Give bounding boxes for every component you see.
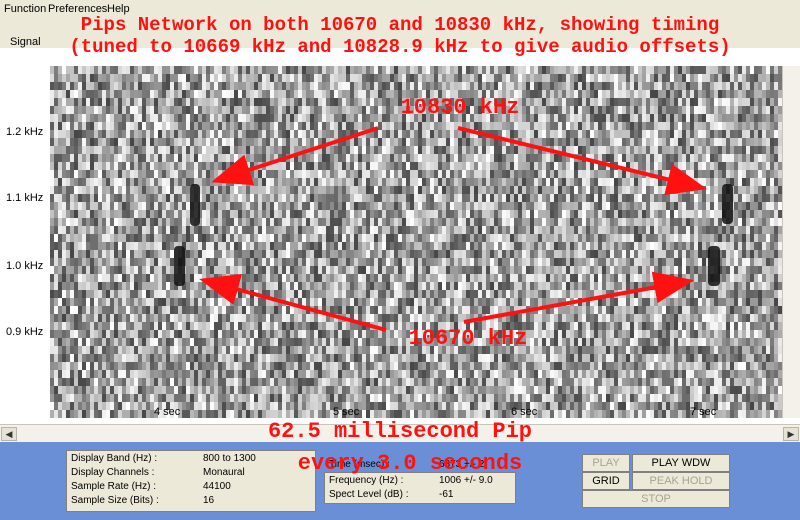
display-channels-key: Display Channels : [71, 467, 155, 478]
y-label-0-9: 0.9 kHz [6, 326, 44, 338]
pip-mark [722, 184, 733, 224]
scroll-right-button[interactable]: ▶ [783, 427, 799, 441]
control-buttons: PLAY PLAY WDW GRID PEAK HOLD STOP [580, 454, 730, 508]
annotation-label-10830: 10830 kHz [400, 95, 520, 120]
annotation-label-10670: 10670 kHz [408, 326, 528, 351]
x-label-7: 7 sec [690, 406, 717, 418]
annotation-bottom-line1: 62.5 millisecond Pip [267, 419, 533, 444]
y-label-1-2: 1.2 kHz [6, 126, 44, 138]
sample-size-value: 16 [203, 495, 215, 506]
y-label-1-0: 1.0 kHz [6, 260, 44, 272]
stop-button[interactable]: STOP [582, 490, 730, 508]
cursor-readout-box: Time (msec) :6873 +/- 2 Frequency (Hz) :… [324, 459, 516, 504]
x-label-6: 6 sec [511, 406, 538, 418]
spect-level-value: -61 [439, 489, 454, 500]
annotation-bottom-line2: every 3.0 seconds [297, 451, 523, 476]
display-band-key: Display Band (Hz) : [71, 453, 158, 464]
y-label-1-1: 1.1 kHz [6, 192, 44, 204]
play-window-button[interactable]: PLAY WDW [632, 454, 730, 472]
pip-mark [174, 246, 185, 286]
sample-rate-value: 44100 [203, 481, 231, 492]
x-label-4: 4 sec [154, 406, 181, 418]
sample-rate-key: Sample Rate (Hz) : [71, 481, 157, 492]
x-label-5: 5 sec [333, 406, 360, 418]
pip-mark [190, 184, 200, 226]
pip-mark [708, 246, 720, 286]
spect-level-key: Spect Level (dB) : [329, 489, 409, 500]
annotation-title-line1: Pips Network on both 10670 and 10830 kHz… [80, 14, 720, 36]
annotation-title-line2: (tuned to 10669 kHz and 10828.9 kHz to g… [69, 36, 731, 58]
peak-hold-button[interactable]: PEAK HOLD [632, 472, 730, 490]
sample-size-key: Sample Size (Bits) : [71, 495, 159, 506]
frequency-value: 1006 +/- 9.0 [439, 475, 493, 486]
vertical-scrollbar[interactable] [782, 66, 800, 418]
frequency-key: Frequency (Hz) : [329, 475, 404, 486]
scroll-left-button[interactable]: ◀ [1, 427, 17, 441]
